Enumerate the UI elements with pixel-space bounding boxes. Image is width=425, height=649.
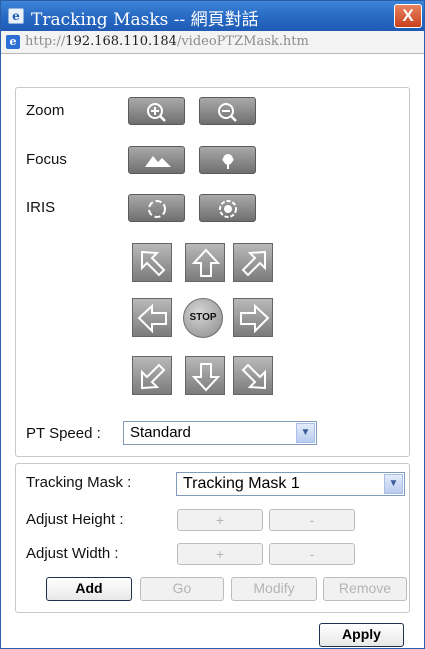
pan-up-right-button[interactable] bbox=[233, 243, 273, 282]
ie-page-icon: e bbox=[8, 8, 24, 24]
zoom-in-button[interactable] bbox=[128, 97, 185, 125]
ptz-panel: Zoom Focus IRIS STOP PT Speed: Standard… bbox=[15, 87, 410, 457]
pan-right-button[interactable] bbox=[233, 298, 273, 337]
zoom-in-icon bbox=[147, 103, 166, 122]
zoom-out-icon bbox=[218, 103, 237, 122]
pan-down-left-button[interactable] bbox=[132, 356, 172, 395]
iris-close-button[interactable] bbox=[199, 194, 256, 222]
iris-open-button[interactable] bbox=[128, 194, 185, 222]
tracking-mask-select[interactable]: Tracking Mask 1 ▼ bbox=[176, 472, 405, 496]
focus-near-button[interactable] bbox=[199, 146, 256, 174]
stop-button[interactable]: STOP bbox=[183, 298, 223, 338]
arrow-up-icon bbox=[191, 248, 221, 277]
height-minus-button[interactable]: - bbox=[269, 509, 355, 531]
tracking-mask-label: Tracking Mask : bbox=[26, 474, 132, 491]
apply-button[interactable]: Apply bbox=[319, 623, 404, 647]
flower-icon bbox=[222, 154, 234, 169]
iris-close-icon bbox=[219, 200, 237, 218]
arrow-down-icon bbox=[191, 363, 221, 392]
width-plus-button[interactable]: + bbox=[177, 543, 263, 565]
url-text: http://192.168.110.184/videoPTZMask.htm bbox=[25, 31, 309, 53]
adjust-width-label: Adjust Width : bbox=[26, 545, 119, 562]
remove-button[interactable]: Remove bbox=[323, 577, 407, 601]
pan-left-button[interactable] bbox=[132, 298, 172, 337]
go-button[interactable]: Go bbox=[140, 577, 224, 601]
width-minus-button[interactable]: - bbox=[269, 543, 355, 565]
zoom-label: Zoom bbox=[26, 102, 65, 119]
zoom-out-button[interactable] bbox=[199, 97, 256, 125]
iris-open-icon bbox=[148, 200, 166, 218]
close-button[interactable]: X bbox=[394, 4, 422, 28]
mountain-icon bbox=[145, 156, 171, 167]
url-path: /videoPTZMask.htm bbox=[176, 34, 309, 49]
pt-speed-select[interactable]: Standard ▼ bbox=[123, 421, 317, 445]
adjust-height-label: Adjust Height : bbox=[26, 511, 124, 528]
pt-speed-label: PT Speed : bbox=[26, 425, 101, 442]
pan-up-left-button[interactable] bbox=[132, 243, 172, 282]
chevron-down-icon[interactable]: ▼ bbox=[384, 474, 403, 494]
window-title: Tracking Masks -- 網頁對話 bbox=[31, 10, 259, 30]
tilt-up-button[interactable] bbox=[185, 243, 225, 282]
focus-label: Focus bbox=[26, 151, 67, 168]
focus-far-button[interactable] bbox=[128, 146, 185, 174]
url-prefix: http:// bbox=[25, 34, 66, 49]
title-bar: e Tracking Masks -- 網頁對話 X bbox=[1, 1, 424, 31]
pan-down-right-button[interactable] bbox=[233, 356, 273, 395]
modify-button[interactable]: Modify bbox=[231, 577, 317, 601]
iris-label: IRIS bbox=[26, 199, 56, 216]
url-host: 192.168.110.184 bbox=[65, 34, 177, 49]
arrow-up-left-icon bbox=[141, 250, 166, 277]
pt-speed-value: Standard bbox=[130, 424, 191, 441]
arrow-down-left-icon bbox=[141, 363, 166, 390]
height-plus-button[interactable]: + bbox=[177, 509, 263, 531]
address-bar: e http://192.168.110.184/videoPTZMask.ht… bbox=[1, 31, 424, 54]
chevron-down-icon[interactable]: ▼ bbox=[296, 423, 315, 443]
ie-icon: e bbox=[6, 35, 20, 49]
arrow-up-right-icon bbox=[241, 250, 266, 277]
arrow-left-icon bbox=[137, 303, 167, 334]
dialog-window: e Tracking Masks -- 網頁對話 X e http://192.… bbox=[0, 0, 425, 649]
arrow-right-icon bbox=[240, 303, 270, 334]
tracking-mask-value: Tracking Mask 1 bbox=[183, 475, 300, 492]
tracking-mask-panel: Tracking Mask : Tracking Mask 1 ▼ Adjust… bbox=[15, 463, 410, 613]
tilt-down-button[interactable] bbox=[185, 356, 225, 395]
add-button[interactable]: Add bbox=[46, 577, 132, 601]
arrow-down-right-icon bbox=[241, 363, 266, 390]
